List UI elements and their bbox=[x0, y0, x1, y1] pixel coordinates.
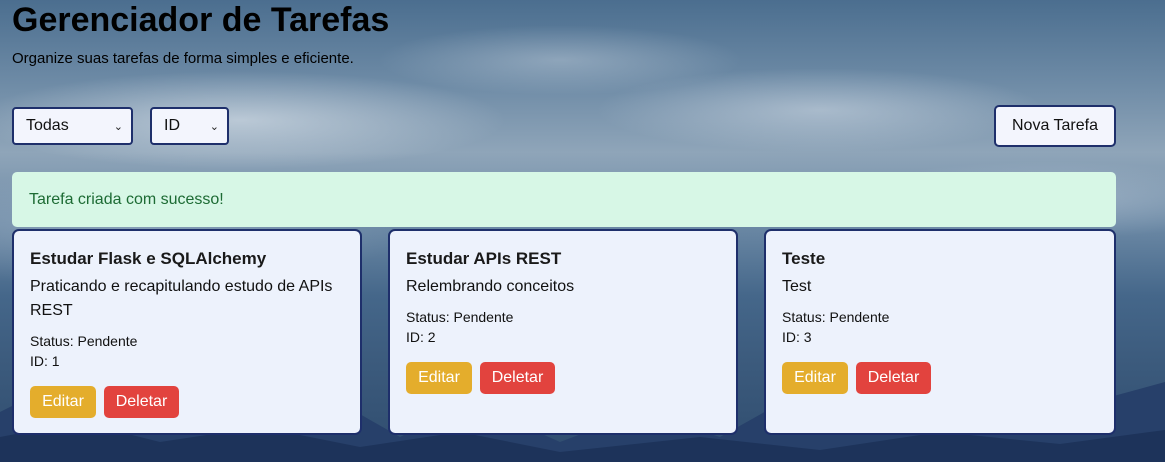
status-filter-select[interactable]: Todas ⌄ bbox=[12, 107, 133, 145]
alert-message: Tarefa criada com sucesso! bbox=[29, 190, 224, 208]
delete-button[interactable]: Deletar bbox=[856, 362, 931, 394]
chevron-down-icon: ⌄ bbox=[113, 120, 123, 133]
task-description: Test bbox=[782, 278, 812, 295]
success-alert: Tarefa criada com sucesso! bbox=[12, 172, 1116, 227]
task-id: ID: 2 bbox=[406, 327, 720, 347]
status-label: Status: bbox=[406, 309, 450, 325]
status-value: Pendente bbox=[829, 309, 890, 325]
edit-button[interactable]: Editar bbox=[30, 386, 96, 418]
edit-button[interactable]: Editar bbox=[406, 362, 472, 394]
status-label: Status: bbox=[782, 309, 826, 325]
task-card: Estudar Flask e SQLAlchemy Praticando e … bbox=[12, 229, 362, 435]
id-label: ID: bbox=[406, 329, 424, 345]
id-label: ID: bbox=[30, 353, 48, 369]
status-filter-value: Todas bbox=[26, 117, 69, 134]
page: Gerenciador de Tarefas Organize suas tar… bbox=[0, 0, 1165, 462]
task-description: Praticando e recapitulando estudo de API… bbox=[30, 278, 333, 319]
id-label: ID: bbox=[782, 329, 800, 345]
status-label: Status: bbox=[30, 333, 74, 349]
task-title: Estudar Flask e SQLAlchemy bbox=[30, 249, 267, 268]
task-status: Status: Pendente bbox=[30, 331, 344, 351]
task-title: Estudar APIs REST bbox=[406, 249, 562, 268]
status-value: Pendente bbox=[77, 333, 138, 349]
page-title: Gerenciador de Tarefas bbox=[12, 1, 390, 39]
id-value: 3 bbox=[803, 329, 812, 345]
task-card: Teste Test Status: Pendente ID: 3 Editar… bbox=[764, 229, 1116, 435]
delete-button[interactable]: Deletar bbox=[104, 386, 179, 418]
delete-button[interactable]: Deletar bbox=[480, 362, 555, 394]
order-filter-value: ID bbox=[164, 117, 180, 134]
new-task-button[interactable]: Nova Tarefa bbox=[994, 105, 1116, 147]
id-value: 1 bbox=[51, 353, 60, 369]
task-id: ID: 3 bbox=[782, 327, 1098, 347]
order-filter-select[interactable]: ID ⌄ bbox=[150, 107, 229, 145]
status-value: Pendente bbox=[453, 309, 514, 325]
edit-button[interactable]: Editar bbox=[782, 362, 848, 394]
chevron-down-icon: ⌄ bbox=[209, 120, 219, 133]
task-card: Estudar APIs REST Relembrando conceitos … bbox=[388, 229, 738, 435]
page-subtitle: Organize suas tarefas de forma simples e… bbox=[12, 50, 354, 67]
id-value: 2 bbox=[427, 329, 436, 345]
task-status: Status: Pendente bbox=[782, 307, 1098, 327]
task-id: ID: 1 bbox=[30, 351, 344, 371]
task-description: Relembrando conceitos bbox=[406, 278, 575, 295]
task-status: Status: Pendente bbox=[406, 307, 720, 327]
task-title: Teste bbox=[782, 249, 826, 268]
